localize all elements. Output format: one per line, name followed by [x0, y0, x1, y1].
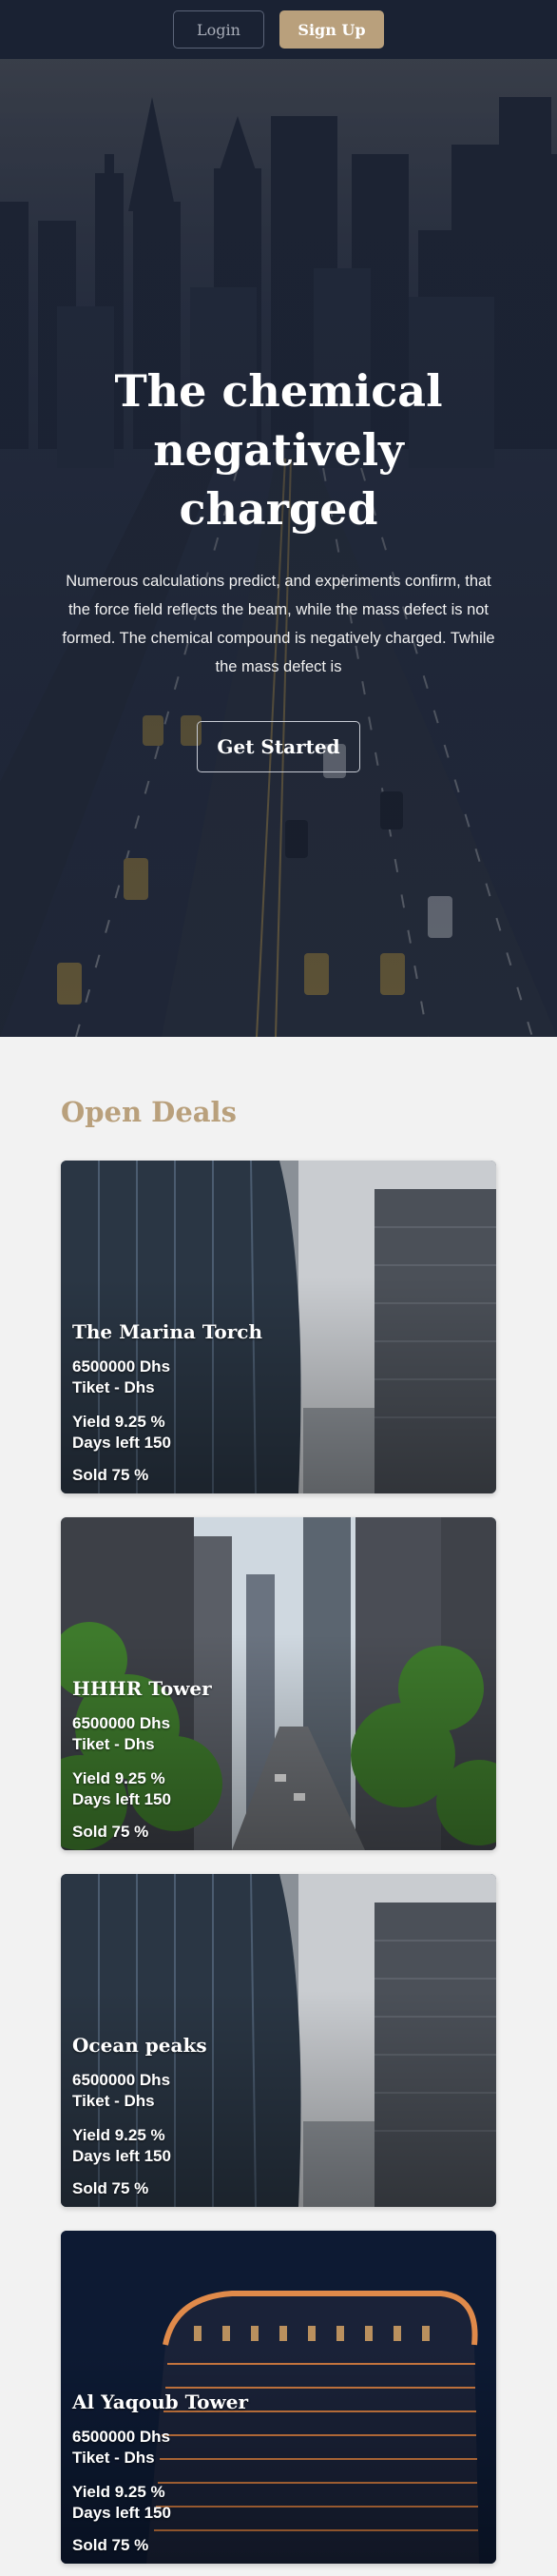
deal-sold: Sold 75 %	[72, 2536, 149, 2554]
deal-card[interactable]: Ocean peaks 6500000 Dhs Tiket - Dhs Yiel…	[61, 1874, 496, 2207]
deal-info: Ocean peaks 6500000 Dhs Tiket - Dhs Yiel…	[72, 2032, 207, 2199]
deal-ticket: Tiket - Dhs	[72, 2449, 155, 2467]
deal-card[interactable]: The Marina Torch 6500000 Dhs Tiket - Dhs…	[61, 1161, 496, 1493]
deal-price: 6500000 Dhs	[72, 1357, 171, 1376]
top-nav: Login Sign Up	[0, 0, 557, 59]
deal-name: Al Yaqoub Tower	[72, 2391, 248, 2413]
get-started-button[interactable]: Get Started	[197, 721, 360, 772]
deal-yield: Yield 9.25 %	[72, 2483, 165, 2501]
deal-price: 6500000 Dhs	[72, 1714, 171, 1732]
deals-heading: Open Deals	[61, 1096, 237, 1128]
deal-days-left: Days left 150	[72, 2504, 171, 2522]
deal-name: HHHR Tower	[72, 1677, 212, 1700]
hero-title: The chemical negatively charged	[114, 365, 443, 535]
deal-days-left: Days left 150	[72, 1434, 171, 1452]
deal-yield: Yield 9.25 %	[72, 1413, 165, 1431]
deal-price: 6500000 Dhs	[72, 2428, 171, 2446]
deal-ticket: Tiket - Dhs	[72, 2092, 155, 2110]
deal-days-left: Days left 150	[72, 1790, 171, 1808]
deal-sold: Sold 75 %	[72, 2179, 149, 2197]
login-button[interactable]: Login	[173, 10, 264, 49]
hero-description: Numerous calculations predict, and exper…	[62, 573, 495, 675]
deal-name: The Marina Torch	[72, 1320, 262, 1343]
signup-button[interactable]: Sign Up	[279, 10, 384, 49]
hero-section: The chemical negatively charged Numerous…	[0, 59, 557, 1037]
open-deals-section: Open Deals The Marina Torch 6500000 Dhs	[0, 1037, 557, 2576]
deal-ticket: Tiket - Dhs	[72, 1378, 155, 1396]
deal-ticket: Tiket - Dhs	[72, 1735, 155, 1753]
deal-info: The Marina Torch 6500000 Dhs Tiket - Dhs…	[72, 1318, 262, 1486]
deal-card[interactable]: HHHR Tower 6500000 Dhs Tiket - Dhs Yield…	[61, 1517, 496, 1850]
deal-card[interactable]: Al Yaqoub Tower 6500000 Dhs Tiket - Dhs …	[61, 2231, 496, 2564]
deal-info: HHHR Tower 6500000 Dhs Tiket - Dhs Yield…	[72, 1675, 212, 1843]
hero-content: The chemical negatively charged Numerous…	[0, 361, 557, 772]
deal-yield: Yield 9.25 %	[72, 1769, 165, 1787]
deal-days-left: Days left 150	[72, 2147, 171, 2165]
deal-yield: Yield 9.25 %	[72, 2126, 165, 2144]
deal-sold: Sold 75 %	[72, 1466, 149, 1484]
deal-name: Ocean peaks	[72, 2034, 207, 2057]
deal-info: Al Yaqoub Tower 6500000 Dhs Tiket - Dhs …	[72, 2389, 248, 2556]
deal-price: 6500000 Dhs	[72, 2071, 171, 2089]
deal-sold: Sold 75 %	[72, 1823, 149, 1841]
